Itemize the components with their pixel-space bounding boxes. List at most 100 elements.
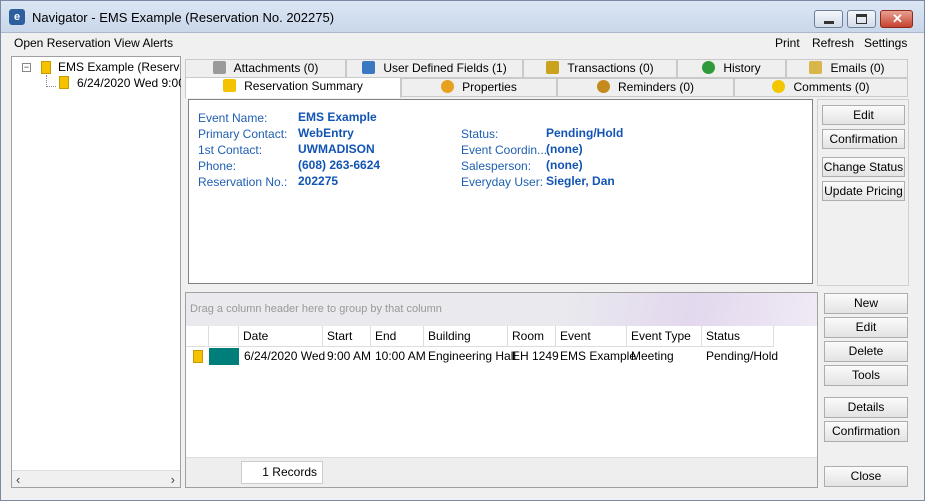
tab-label: Properties: [462, 80, 517, 94]
update-pricing-button[interactable]: Update Pricing: [822, 181, 905, 201]
menu-settings[interactable]: Settings: [864, 36, 907, 50]
tab-reminders[interactable]: Reminders (0): [557, 78, 734, 97]
column-header-building[interactable]: Building: [424, 326, 508, 347]
group-by-area[interactable]: Drag a column header here to group by th…: [186, 293, 817, 326]
new-booking-button[interactable]: New: [824, 293, 908, 314]
event-coordinator-label: Event Coordin...: [461, 143, 548, 157]
maximize-icon: [856, 14, 867, 24]
tab-user-defined-fields[interactable]: User Defined Fields (1): [346, 59, 523, 78]
tab-comments[interactable]: Comments (0): [734, 78, 908, 97]
primary-contact-label: Primary Contact:: [198, 127, 288, 141]
details-button[interactable]: Details: [824, 397, 908, 418]
minimize-icon: [824, 21, 834, 24]
event-name-value: EMS Example: [298, 110, 377, 124]
column-header-color: [209, 326, 239, 347]
tools-button[interactable]: Tools: [824, 365, 908, 386]
transactions-icon: [546, 61, 560, 74]
collapse-toggle-icon[interactable]: −: [22, 63, 31, 72]
scroll-left-icon[interactable]: ‹: [16, 472, 20, 487]
menu-view-alerts[interactable]: View Alerts: [114, 36, 173, 50]
column-header-room[interactable]: Room: [508, 326, 556, 347]
tab-label: Reservation Summary: [244, 79, 363, 93]
minimize-button[interactable]: [814, 10, 843, 28]
grid-footer: 1 Records: [186, 457, 817, 487]
reservation-no-label: Reservation No.:: [198, 175, 288, 189]
gear-icon: [441, 80, 455, 93]
column-header-icon: [186, 326, 209, 347]
column-header-start[interactable]: Start: [323, 326, 371, 347]
comment-icon: [772, 80, 786, 93]
maximize-button[interactable]: [847, 10, 876, 28]
column-header-event-type[interactable]: Event Type: [627, 326, 702, 347]
status-value: Pending/Hold: [546, 126, 624, 140]
email-icon: [809, 61, 823, 74]
tab-label: Reminders (0): [617, 80, 695, 94]
scroll-right-icon[interactable]: ›: [171, 472, 175, 487]
reminder-icon: [596, 80, 610, 93]
tree-child-label[interactable]: 6/24/2020 Wed 9:00: [77, 76, 181, 90]
salesperson-label: Salesperson:: [461, 159, 532, 173]
tree-horizontal-scrollbar[interactable]: ‹ ›: [12, 470, 180, 487]
history-icon: [702, 61, 716, 74]
column-header-event[interactable]: Event: [556, 326, 627, 347]
primary-contact-value: WebEntry: [298, 126, 354, 140]
folder-icon: [59, 76, 69, 89]
summary-actions: Edit Confirmation Change Status Update P…: [817, 99, 909, 286]
tab-attachments[interactable]: Attachments (0): [185, 59, 346, 78]
status-label: Status:: [461, 127, 499, 141]
reservation-no-value: 202275: [298, 174, 339, 188]
ems-app-icon: e: [9, 9, 25, 25]
cell-end: 10:00 AM: [375, 349, 426, 363]
event-name-label: Event Name:: [198, 111, 268, 125]
close-window-button[interactable]: ✕: [880, 10, 913, 28]
tab-transactions[interactable]: Transactions (0): [523, 59, 677, 78]
reservation-tree[interactable]: − EMS Example (Reservatio 6/24/2020 Wed …: [11, 56, 181, 488]
everyday-user-label: Everyday User:: [461, 175, 544, 189]
column-header-date[interactable]: Date: [239, 326, 323, 347]
cell-building: Engineering Hall: [428, 349, 517, 363]
tab-label: Transactions (0): [567, 61, 654, 75]
close-button[interactable]: Close: [824, 466, 908, 487]
phone-label: Phone:: [198, 159, 237, 173]
salesperson-value: (none): [546, 158, 583, 172]
close-icon: ✕: [892, 11, 903, 26]
first-contact-label: 1st Contact:: [198, 143, 263, 157]
user-card-icon: [362, 61, 376, 74]
phone-value: (608) 263-6624: [298, 158, 381, 172]
detail-tabs: Attachments (0) User Defined Fields (1) …: [185, 58, 909, 98]
cell-room: EH 1249: [512, 349, 559, 363]
folder-icon: [223, 79, 237, 92]
tab-properties[interactable]: Properties: [401, 78, 557, 97]
record-count: 1 Records: [241, 461, 323, 484]
event-coordinator-value: (none): [546, 142, 583, 156]
column-header-status[interactable]: Status: [702, 326, 774, 347]
edit-booking-button[interactable]: Edit: [824, 317, 908, 338]
menu-print[interactable]: Print: [775, 36, 800, 50]
tree-root-label[interactable]: EMS Example (Reservatio: [58, 60, 180, 74]
navigator-window: e Navigator - EMS Example (Reservation N…: [0, 0, 925, 501]
window-title: Navigator - EMS Example (Reservation No.…: [32, 10, 335, 25]
menu-bar: Open Reservation View Alerts Print Refre…: [1, 33, 924, 53]
tab-label: Attachments (0): [233, 61, 319, 75]
bookings-grid: Drag a column header here to group by th…: [185, 292, 818, 488]
column-header-end[interactable]: End: [371, 326, 424, 347]
tab-label: History: [723, 61, 761, 75]
menu-open-reservation[interactable]: Open Reservation: [14, 36, 111, 50]
menu-refresh[interactable]: Refresh: [812, 36, 854, 50]
cell-status: Pending/Hold: [706, 349, 779, 363]
tree-connector: [46, 75, 56, 87]
tab-label: User Defined Fields (1): [383, 61, 507, 75]
tab-history[interactable]: History: [677, 59, 786, 78]
delete-booking-button[interactable]: Delete: [824, 341, 908, 362]
confirmation-button[interactable]: Confirmation: [822, 129, 905, 149]
booking-confirmation-button[interactable]: Confirmation: [824, 421, 908, 442]
change-status-button[interactable]: Change Status: [822, 157, 905, 177]
tab-label: Comments (0): [793, 80, 870, 94]
tab-emails[interactable]: Emails (0): [786, 59, 908, 78]
cell-date: 6/24/2020 Wed: [244, 349, 326, 363]
edit-reservation-button[interactable]: Edit: [822, 105, 905, 125]
cell-event: EMS Example: [560, 349, 637, 363]
tab-reservation-summary[interactable]: Reservation Summary: [185, 77, 401, 98]
cell-start: 9:00 AM: [327, 349, 372, 363]
everyday-user-value: Siegler, Dan: [546, 174, 615, 188]
